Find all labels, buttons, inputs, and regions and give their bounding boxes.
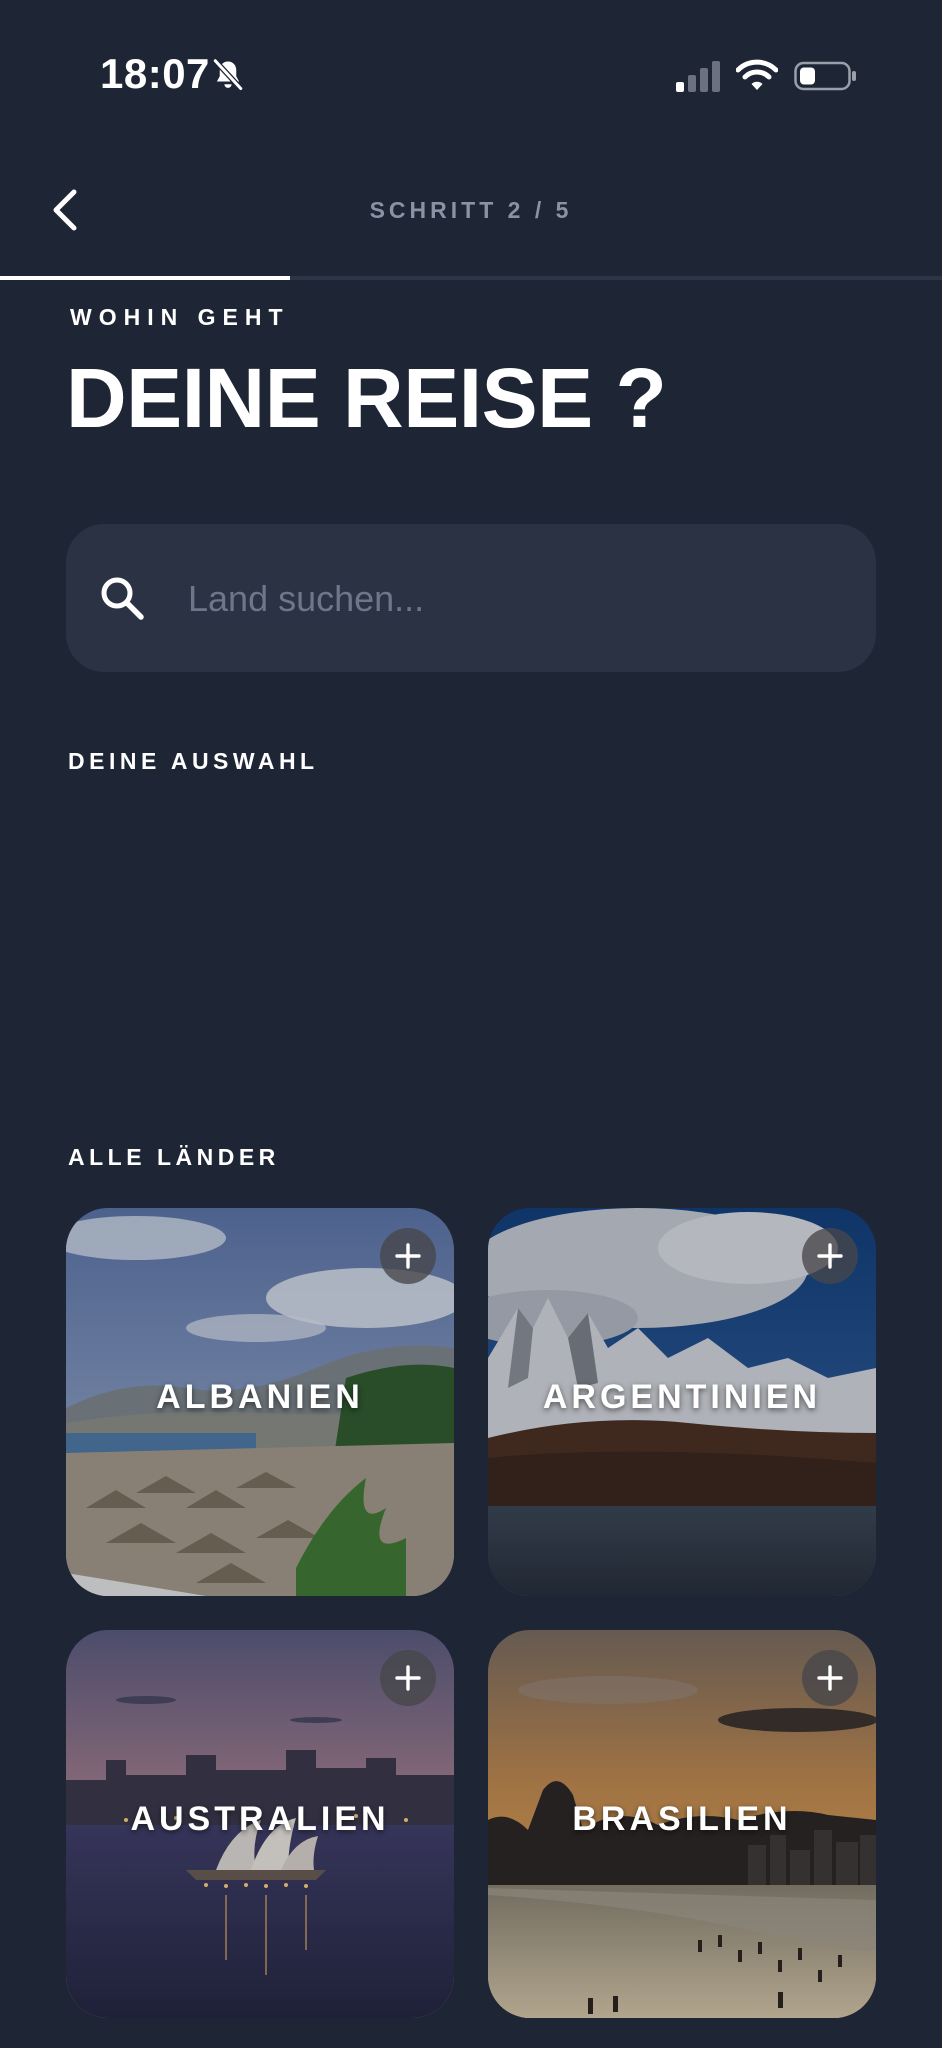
country-name: BRASILIEN: [572, 1800, 792, 1838]
plus-icon: [395, 1665, 421, 1691]
selection-section-label: DEINE AUSWAHL: [68, 748, 319, 774]
progress-bar-fill: [0, 276, 291, 280]
cellular-signal-icon: [676, 61, 720, 92]
add-country-button[interactable]: [380, 1228, 436, 1284]
add-country-button[interactable]: [380, 1650, 436, 1706]
plus-icon: [817, 1243, 843, 1269]
add-country-button[interactable]: [802, 1650, 858, 1706]
search-icon: [101, 577, 144, 620]
page-title: DEINE REISE ?: [66, 351, 667, 445]
status-time: 18:07: [100, 50, 210, 97]
country-card-albanien[interactable]: ALBANIEN: [66, 1208, 454, 1596]
countries-section-label: ALLE LÄNDER: [68, 1144, 280, 1170]
status-bar: 18:07: [0, 0, 942, 150]
search-bar[interactable]: [66, 524, 876, 672]
country-name: AUSTRALIEN: [130, 1800, 390, 1838]
heading-eyebrow: WOHIN GEHT: [70, 304, 290, 330]
country-card-australien[interactable]: AUSTRALIEN: [66, 1630, 454, 2018]
step-indicator: SCHRITT 2 / 5: [369, 197, 573, 223]
wifi-icon: [736, 59, 778, 90]
country-card-brasilien[interactable]: BRASILIEN: [488, 1630, 876, 2018]
country-name: ALBANIEN: [156, 1378, 364, 1416]
country-card-argentinien[interactable]: ARGENTINIEN: [488, 1208, 876, 1596]
country-name: ARGENTINIEN: [542, 1378, 822, 1416]
add-country-button[interactable]: [802, 1228, 858, 1284]
battery-icon: [794, 61, 856, 91]
plus-icon: [395, 1243, 421, 1269]
search-input[interactable]: [186, 560, 830, 638]
bell-slash-icon: [212, 58, 244, 92]
progress-bar: [0, 276, 942, 280]
plus-icon: [817, 1665, 843, 1691]
